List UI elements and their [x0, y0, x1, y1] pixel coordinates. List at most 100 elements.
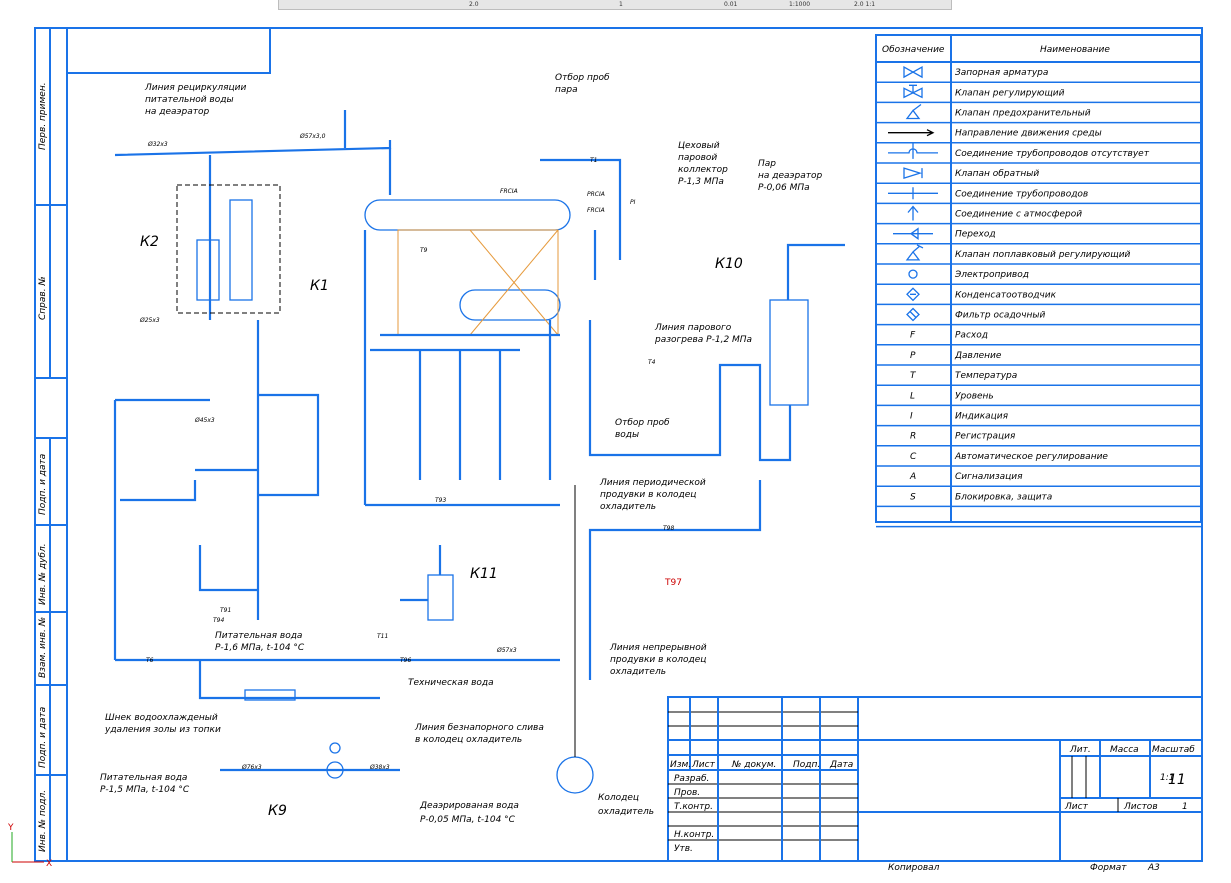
legend-symbol-float-icon	[905, 244, 924, 261]
pipe-label: Ø57x3	[496, 647, 517, 654]
title-sheets-value: 1	[1182, 802, 1188, 812]
legend-symbol-T-icon: T	[910, 371, 917, 381]
side-label: Инв. № подл.	[38, 790, 48, 852]
legend-row-name: Клапан предохранительный	[955, 109, 1091, 119]
side-label: Взам. инв. №	[38, 617, 48, 678]
title-col-list: Лист	[691, 760, 716, 770]
svg-text:T: T	[910, 371, 917, 381]
note-drain: в колодец охладитель	[415, 735, 522, 745]
role-nkontr: Н.контр.	[674, 830, 714, 840]
title-copied: Копировал	[888, 863, 940, 873]
note-deaerated: Деаэрированая вода	[419, 801, 519, 811]
title-block: Изм. Лист № докум. Подп. Дата Разраб. Пр…	[667, 696, 1203, 873]
legend-row-name: Переход	[955, 230, 996, 240]
note-tech-water: Техническая вода	[408, 678, 494, 688]
cooling-well	[556, 756, 594, 794]
note-heating: Линия парового	[654, 323, 732, 333]
toolbar-value: 2.0	[469, 1, 479, 8]
pipe-label: Т4	[648, 359, 656, 366]
legend-symbol-trap-icon	[906, 287, 920, 302]
pipe-label: Ø38x3	[369, 764, 390, 771]
note-deaerator-steam: Пар	[758, 159, 776, 169]
pipe-label: Т9	[420, 247, 428, 254]
legend-symbol-A-icon: A	[909, 472, 916, 482]
legend-row-name: Направление движения среды	[955, 129, 1102, 139]
legend-row-name: Регистрация	[955, 432, 1016, 442]
title-doc-number: 11	[1168, 772, 1186, 788]
role-razrab: Разраб.	[674, 774, 709, 784]
pipe-label: Т98	[663, 525, 674, 532]
legend-row-name: Уровень	[955, 391, 994, 401]
legend-symbol-valve-icon	[903, 65, 923, 79]
process-scheme	[113, 110, 845, 794]
axis-y: Y	[7, 823, 14, 833]
legend-row-name: Соединение с атмосферой	[955, 210, 1082, 220]
note-deaerator-steam: на деаэратор	[758, 171, 822, 181]
svg-text:C: C	[910, 452, 917, 462]
axis-x: X	[46, 859, 52, 869]
pipe-label: Ø57x3,0	[299, 133, 326, 140]
legend-symbol-safety-icon	[905, 103, 922, 120]
legend-row-name: Электропривод	[954, 270, 1029, 280]
legend-symbol-S-icon: S	[910, 492, 916, 502]
note-deaerator-steam: Р-0,06 МПа	[758, 183, 810, 193]
label-k1: К1	[310, 278, 329, 294]
label-k2: К2	[140, 234, 159, 250]
instrument-tag: PI	[630, 199, 636, 206]
svg-text:A: A	[909, 472, 916, 482]
note-recirc: на деаэратор	[145, 107, 209, 117]
title-scale: Масштаб	[1152, 745, 1195, 755]
legend-row-name: Автоматическое регулирование	[954, 452, 1108, 462]
legend-symbol-reg-icon	[903, 84, 923, 99]
schematic-sheet[interactable]: Перв. примен. Справ. № Подп. и дата Инв.…	[0, 10, 1231, 883]
legend-row-name: Клапан регулирующий	[955, 88, 1065, 98]
note-periodic: Линия периодической	[599, 478, 706, 488]
note-recirc: Линия рециркуляции	[144, 83, 246, 93]
title-col-izm: Изм.	[670, 760, 691, 770]
legend-header-symbol: Обозначение	[882, 45, 945, 55]
note-continuous: продувки в колодец	[610, 655, 706, 665]
legend-row-name: Индикация	[955, 412, 1009, 422]
side-labels: Перв. примен. Справ. № Подп. и дата Инв.…	[38, 82, 48, 852]
svg-text:I: I	[910, 412, 913, 422]
side-label: Подп. и дата	[38, 454, 48, 515]
note-water-sample: воды	[615, 430, 639, 440]
role-prov: Пров.	[674, 788, 700, 798]
toolbar-value: 1	[619, 1, 623, 8]
cad-toolbar[interactable]: 2.0 1 0.01 1:1000 2.0 1:1	[278, 0, 952, 10]
pipe-label: Т11	[377, 633, 388, 640]
legend-symbol-P-icon: P	[910, 351, 916, 361]
pipe-label: Ø45x3	[194, 417, 215, 424]
title-col-sign: Подп.	[793, 760, 820, 770]
toolbar-value: 0.01	[724, 1, 738, 8]
legend-row-name: Клапан поплавковый регулирующий	[955, 250, 1131, 260]
note-ash-screw: удаления золы из топки	[104, 725, 221, 735]
svg-text:R: R	[910, 432, 916, 442]
role-utv: Утв.	[674, 844, 693, 854]
pipe-label: Ø25x3	[139, 317, 160, 324]
boiler-furnace	[397, 229, 559, 336]
label-k9: К9	[268, 803, 287, 819]
note-collector: Р-1,3 МПа	[678, 177, 724, 187]
instrument-tag: PRCIA	[587, 191, 605, 198]
title-col-date: Дата	[829, 760, 853, 770]
legend-symbol-F-icon: F	[910, 331, 916, 341]
title-sheet: Лист	[1064, 802, 1089, 812]
legend-row-name: Соединение трубопроводов	[955, 189, 1088, 199]
legend-symbol-check-icon	[903, 167, 923, 179]
note-well: охладитель	[598, 807, 654, 817]
legend-row-name: Расход	[955, 331, 988, 341]
instrument-tag: FRCIA	[500, 188, 518, 195]
legend-symbol-trans-icon	[893, 227, 933, 240]
instrument-tags: FRCIA FRCIA PRCIA PI	[500, 188, 636, 214]
legend-row-name: Блокировка, защита	[955, 492, 1052, 502]
legend-symbol-atm-icon	[907, 205, 919, 221]
title-lit: Лит.	[1069, 745, 1091, 755]
toolbar-value: 1:1000	[789, 1, 811, 8]
note-heating: разогрева Р-1,2 МПа	[654, 335, 752, 345]
tank-k11	[427, 574, 454, 621]
legend-symbol-motor-icon	[908, 269, 918, 279]
pipe-label: Т97	[664, 578, 682, 588]
note-drain: Линия безнапорного слива	[414, 723, 544, 733]
pipe-label: Т91	[220, 607, 231, 614]
